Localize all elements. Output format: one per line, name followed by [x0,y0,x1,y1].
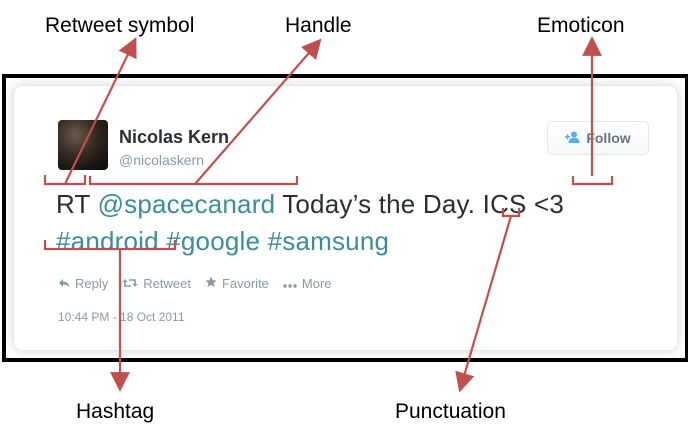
punctuation-arrow [455,215,513,393]
handle-arrow [194,38,322,185]
handle-bracket [88,176,299,186]
annotation-overlay [43,36,614,393]
punctuation-bracket [501,208,521,218]
hashtag-bracket [43,240,177,251]
retweet-symbol-arrow [64,37,137,185]
emoticon-bracket [571,176,614,186]
